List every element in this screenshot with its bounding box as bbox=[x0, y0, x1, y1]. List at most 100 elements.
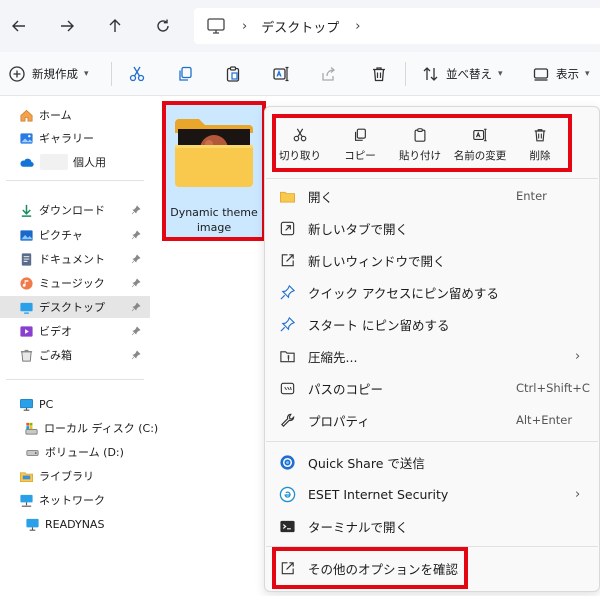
sidebar-item-gallery[interactable]: ギャラリー bbox=[0, 127, 150, 149]
toolbar-delete-button[interactable] bbox=[370, 60, 388, 88]
menu-item-open-new-tab[interactable]: 新しいタブで開く bbox=[270, 213, 596, 243]
navigation-bar: › デスクトップ › bbox=[0, 0, 600, 52]
chevron-right-icon: › bbox=[575, 348, 581, 364]
nas-icon bbox=[24, 516, 40, 532]
sidebar-item-label: ミュージック bbox=[39, 277, 105, 290]
pin-icon[interactable] bbox=[131, 278, 141, 288]
sidebar-item-label: ネットワーク bbox=[39, 494, 105, 507]
pin-icon[interactable] bbox=[131, 350, 141, 360]
library-icon bbox=[18, 468, 34, 484]
menu-item-label: クイック アクセスにピン留めする bbox=[308, 285, 499, 301]
menu-item-shortcut: Ctrl+Shift+C bbox=[516, 381, 590, 395]
new-button[interactable]: 新規作成 ▾ bbox=[8, 60, 89, 88]
menu-item-label: Quick Share で送信 bbox=[308, 455, 425, 471]
menu-item-eset[interactable]: ESET Internet Security › bbox=[270, 479, 596, 509]
breadcrumb-desktop[interactable]: デスクトップ bbox=[261, 17, 339, 36]
sidebar-item-label: ローカル ディスク (C:) bbox=[44, 422, 159, 435]
toolbar-copy-button[interactable] bbox=[176, 60, 194, 88]
up-button[interactable] bbox=[100, 11, 130, 41]
sidebar-item-label: ピクチャ bbox=[39, 229, 83, 242]
sidebar-item-documents[interactable]: ドキュメント bbox=[0, 248, 150, 270]
menu-item-shortcut: Alt+Enter bbox=[516, 413, 573, 427]
sidebar-item-downloads[interactable]: ダウンロード bbox=[0, 199, 150, 221]
sidebar-item-drive-c[interactable]: ローカル ディスク (C:) bbox=[0, 417, 158, 439]
new-tab-icon bbox=[278, 219, 296, 237]
quick-share-icon bbox=[278, 453, 296, 471]
new-label: 新規作成 bbox=[32, 67, 78, 81]
terminal-icon bbox=[278, 517, 296, 535]
monitor-icon bbox=[207, 18, 225, 34]
menu-item-open-new-window[interactable]: 新しいウィンドウで開く bbox=[270, 245, 596, 275]
sidebar-item-recycle-bin[interactable]: ごみ箱 bbox=[0, 344, 150, 366]
sidebar-item-pc[interactable]: PC bbox=[0, 393, 150, 415]
highlight-box-folder bbox=[162, 101, 266, 241]
sidebar-item-label: ビデオ bbox=[39, 325, 72, 338]
highlight-box-quick-actions bbox=[272, 114, 572, 172]
recycle-bin-icon bbox=[18, 347, 34, 363]
breadcrumb-chevron[interactable]: › bbox=[355, 19, 360, 34]
sort-button[interactable]: 並べ替え ▾ bbox=[422, 60, 503, 88]
drive-d-icon bbox=[24, 444, 40, 460]
arrow-up-icon bbox=[109, 19, 121, 32]
pin-icon[interactable] bbox=[131, 254, 141, 264]
sidebar-item-home[interactable]: ホーム bbox=[0, 104, 150, 126]
toolbar-cut-button[interactable] bbox=[128, 60, 146, 88]
sidebar-item-label: ライブラリ bbox=[39, 470, 94, 483]
menu-item-label: スタート にピン留めする bbox=[308, 317, 450, 333]
sidebar-item-readynas[interactable]: READYNAS bbox=[0, 513, 150, 535]
sidebar-item-label: ギャラリー bbox=[39, 132, 94, 145]
pin-icon[interactable] bbox=[131, 302, 141, 312]
copy-path-icon bbox=[278, 379, 296, 397]
view-icon bbox=[533, 68, 549, 81]
toolbar-share-button[interactable] bbox=[320, 60, 338, 88]
back-button[interactable] bbox=[4, 11, 34, 41]
menu-item-properties[interactable]: プロパティ Alt+Enter bbox=[270, 405, 596, 435]
address-bar[interactable]: › デスクトップ › bbox=[194, 8, 600, 44]
pin-icon[interactable] bbox=[131, 230, 141, 240]
menu-item-quick-share[interactable]: Quick Share で送信 bbox=[270, 447, 596, 477]
folder-open-icon bbox=[278, 187, 296, 205]
network-icon bbox=[18, 492, 34, 508]
forward-button[interactable] bbox=[52, 11, 82, 41]
sidebar-item-videos[interactable]: ビデオ bbox=[0, 320, 150, 342]
menu-item-open[interactable]: 開く Enter bbox=[270, 181, 596, 211]
menu-item-compress[interactable]: 圧縮先... › bbox=[270, 341, 596, 371]
menu-item-open-terminal[interactable]: ターミナルで開く bbox=[270, 511, 596, 541]
pin-icon bbox=[278, 283, 296, 301]
pin-icon[interactable] bbox=[131, 326, 141, 336]
pictures-icon bbox=[18, 227, 34, 243]
toolbar-rename-button[interactable] bbox=[272, 60, 290, 88]
toolbar-paste-button[interactable] bbox=[224, 60, 242, 88]
sidebar-item-music[interactable]: ミュージック bbox=[0, 272, 150, 294]
sidebar-item-label: ボリューム (D:) bbox=[45, 446, 124, 459]
menu-item-pin-quick-access[interactable]: クイック アクセスにピン留めする bbox=[270, 277, 596, 307]
menu-item-label: 新しいウィンドウで開く bbox=[308, 253, 446, 269]
chevron-right-icon: › bbox=[575, 486, 581, 502]
chevron-down-icon: ▾ bbox=[84, 69, 89, 79]
sort-label: 並べ替え bbox=[446, 67, 492, 81]
menu-item-label: プロパティ bbox=[308, 413, 370, 429]
toolbar-divider bbox=[111, 62, 112, 86]
sidebar-item-desktop[interactable]: デスクトップ bbox=[0, 296, 150, 318]
rename-icon bbox=[273, 66, 289, 82]
sidebar-item-drive-d[interactable]: ボリューム (D:) bbox=[0, 441, 150, 463]
trash-icon bbox=[373, 67, 385, 82]
sort-icon bbox=[423, 67, 438, 81]
music-icon bbox=[18, 275, 34, 291]
home-icon bbox=[18, 107, 34, 123]
eset-icon bbox=[278, 485, 296, 503]
sidebar-item-pictures[interactable]: ピクチャ bbox=[0, 224, 150, 246]
share-icon bbox=[322, 67, 336, 81]
arrow-left-icon bbox=[12, 20, 25, 32]
menu-item-copy-path[interactable]: パスのコピー Ctrl+Shift+C bbox=[270, 373, 596, 403]
highlight-box-more-options bbox=[272, 547, 468, 589]
sidebar-item-label: ドキュメント bbox=[39, 253, 105, 266]
menu-item-pin-start[interactable]: スタート にピン留めする bbox=[270, 309, 596, 339]
sidebar-item-network[interactable]: ネットワーク bbox=[0, 489, 150, 511]
pin-icon[interactable] bbox=[131, 205, 141, 215]
sidebar-item-libraries[interactable]: ライブラリ bbox=[0, 465, 150, 487]
refresh-button[interactable] bbox=[148, 11, 178, 41]
view-button[interactable]: 表示 ▾ bbox=[532, 60, 590, 88]
new-window-icon bbox=[278, 251, 296, 269]
sidebar-item-onedrive[interactable]: 個人用 bbox=[0, 151, 150, 173]
